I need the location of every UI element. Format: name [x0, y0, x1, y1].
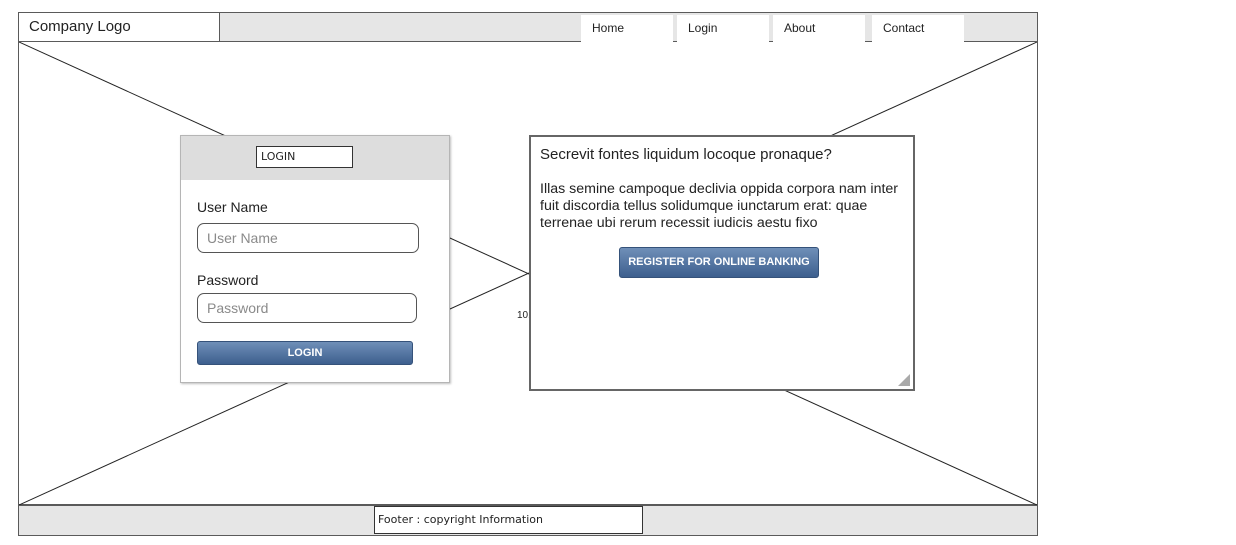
login-panel-title: LOGIN	[256, 146, 353, 168]
password-label: Password	[197, 272, 259, 288]
resize-grip-icon[interactable]	[898, 374, 910, 386]
register-online-banking-button[interactable]: REGISTER FOR ONLINE BANKING	[619, 247, 819, 278]
password-input[interactable]	[197, 293, 417, 323]
login-panel: LOGIN User Name Password LOGIN	[180, 135, 450, 383]
info-body-text: Illas semine campoque declivia oppida co…	[540, 181, 899, 231]
username-label: User Name	[197, 199, 268, 215]
info-title: Secrevit fontes liquidum locoque pronaqu…	[540, 146, 832, 163]
nav-tab-login[interactable]: Login	[677, 15, 769, 42]
register-info-panel: Secrevit fontes liquidum locoque pronaqu…	[529, 135, 915, 391]
footer-copyright: Footer : copyright Information	[374, 506, 643, 534]
nav-tab-about[interactable]: About	[773, 15, 865, 42]
username-input[interactable]	[197, 223, 419, 253]
nav-tab-home[interactable]: Home	[581, 15, 673, 42]
company-logo: Company Logo	[18, 12, 220, 42]
login-panel-header: LOGIN	[181, 136, 449, 180]
login-button[interactable]: LOGIN	[197, 341, 413, 365]
nav-tab-contact[interactable]: Contact	[872, 15, 964, 42]
